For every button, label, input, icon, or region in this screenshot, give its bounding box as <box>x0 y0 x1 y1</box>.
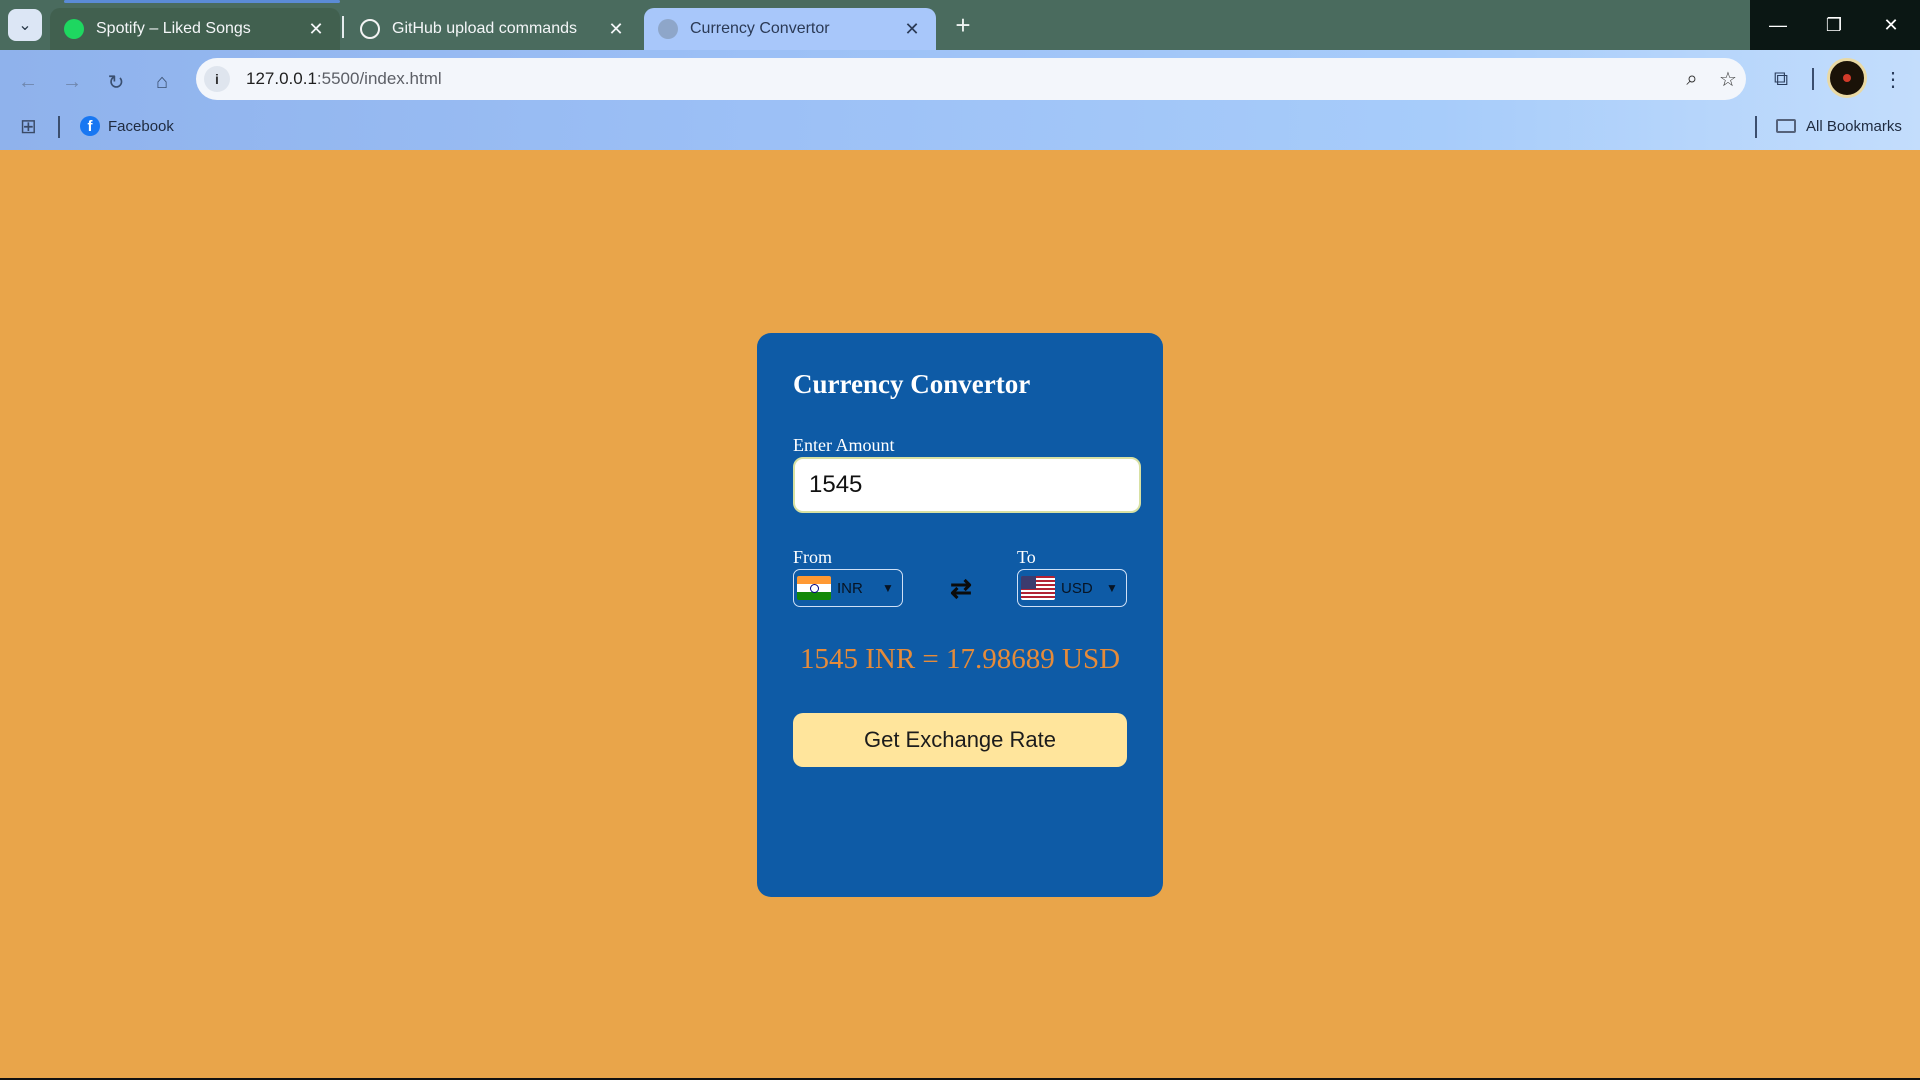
reload-icon[interactable]: ↻ <box>100 66 132 98</box>
from-currency-value: INR <box>837 579 863 597</box>
tab-github-commands[interactable]: GitHub upload commands ✕ <box>346 8 640 50</box>
star-icon[interactable]: ☆ <box>1710 67 1746 92</box>
from-label: From <box>793 547 833 567</box>
swap-arrows-icon[interactable]: ⇄ <box>947 573 975 603</box>
site-info-icon[interactable]: i <box>204 66 230 92</box>
tab-search-button[interactable]: ⌄ <box>8 9 42 41</box>
extensions-icon[interactable]: ⧉ <box>1764 62 1798 96</box>
openai-icon <box>360 19 380 39</box>
folder-icon <box>1776 119 1796 133</box>
chevron-down-icon: ⌄ <box>18 17 32 34</box>
get-exchange-rate-button[interactable]: Get Exchange Rate <box>793 713 1127 767</box>
spotify-icon <box>64 19 84 39</box>
bookmark-divider <box>58 116 60 138</box>
tab-strip: ⌄ Spotify – Liked Songs ✕ GitHub upload … <box>0 0 1920 50</box>
close-window-icon[interactable]: ✕ <box>1862 0 1920 50</box>
to-currency-value: USD <box>1061 579 1093 597</box>
address-bar[interactable]: i 127.0.0.1:5500/index.html ⌕ ☆ <box>196 58 1746 100</box>
conversion-result: 1545 INR = 17.98689 USD <box>799 643 1121 675</box>
bookmark-facebook[interactable]: f Facebook <box>80 114 174 138</box>
menu-dots-icon[interactable]: ⋮ <box>1876 62 1910 96</box>
toolbar-divider <box>1812 68 1814 90</box>
page-title: Currency Convertor <box>793 369 1031 399</box>
url-host: 127.0.0.1 <box>246 69 317 88</box>
amount-label: Enter Amount <box>793 435 895 455</box>
close-tab-icon[interactable]: ✕ <box>306 19 326 40</box>
tab-title: Currency Convertor <box>690 20 830 37</box>
all-bookmarks-button[interactable]: All Bookmarks <box>1776 114 1902 138</box>
to-label: To <box>1017 547 1036 567</box>
apps-grid-icon[interactable]: ⊞ <box>20 114 44 138</box>
bookmark-label: Facebook <box>108 117 174 135</box>
url-text[interactable]: 127.0.0.1:5500/index.html <box>246 69 1674 89</box>
india-flag-icon <box>797 576 831 600</box>
forward-arrow-icon[interactable]: → <box>56 66 88 98</box>
profile-avatar[interactable] <box>1827 58 1867 98</box>
from-currency-select[interactable]: INR ▼ <box>793 569 903 607</box>
close-tab-icon[interactable]: ✕ <box>902 19 922 40</box>
us-flag-icon <box>1021 576 1055 600</box>
to-currency-select[interactable]: USD ▼ <box>1017 569 1127 607</box>
tab-divider <box>342 16 344 38</box>
chevron-down-icon: ▼ <box>882 581 894 595</box>
all-bookmarks-label: All Bookmarks <box>1806 117 1902 135</box>
converter-card: Currency Convertor Enter Amount From INR… <box>757 333 1163 897</box>
new-tab-button[interactable]: + <box>948 10 978 40</box>
restore-icon[interactable]: ❐ <box>1806 0 1862 50</box>
tab-title: Spotify – Liked Songs <box>96 20 251 37</box>
bookmark-divider <box>1755 116 1757 138</box>
back-arrow-icon[interactable]: ← <box>12 66 44 98</box>
tab-currency-convertor[interactable]: Currency Convertor ✕ <box>644 8 936 50</box>
close-tab-icon[interactable]: ✕ <box>606 19 626 40</box>
facebook-icon: f <box>80 116 100 136</box>
browser-toolbar: ← → ↻ ⌂ i 127.0.0.1:5500/index.html ⌕ ☆ … <box>0 50 1920 150</box>
tab-spotify[interactable]: Spotify – Liked Songs ✕ <box>50 0 340 50</box>
minimize-icon[interactable]: — <box>1750 0 1806 50</box>
globe-icon <box>658 19 678 39</box>
chevron-down-icon: ▼ <box>1106 581 1118 595</box>
tab-title: GitHub upload commands <box>392 20 577 37</box>
home-icon[interactable]: ⌂ <box>146 66 178 98</box>
url-path: :5500/index.html <box>316 69 442 88</box>
amount-input[interactable] <box>793 457 1141 513</box>
zoom-icon[interactable]: ⌕ <box>1674 68 1710 91</box>
